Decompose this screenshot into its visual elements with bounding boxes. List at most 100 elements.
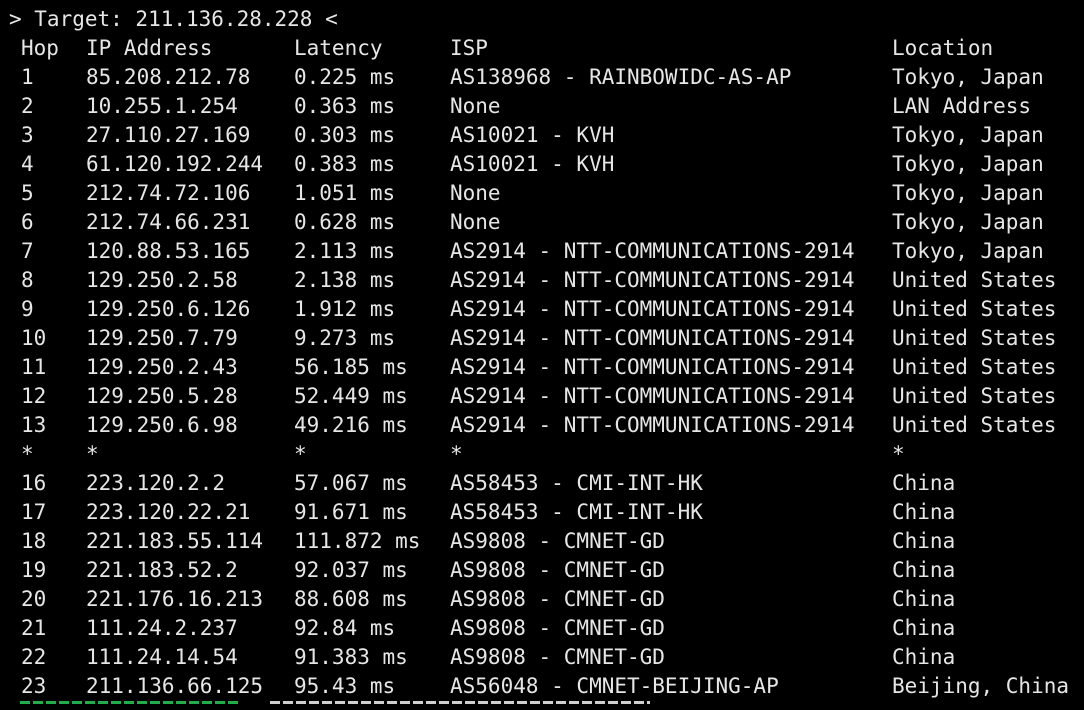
traceroute-target-line: > Target: 211.136.28.228 < <box>9 7 338 31</box>
ip-cell: 10.255.1.254 <box>86 94 238 118</box>
isp-cell: AS2914 - NTT-COMMUNICATIONS-2914 <box>450 355 855 379</box>
column-header-ip-address: IP Address <box>86 36 213 60</box>
ip-cell: 129.250.2.58 <box>86 268 238 292</box>
shell-prompt-fragment <box>20 701 240 704</box>
ip-cell: 129.250.7.79 <box>86 326 238 350</box>
location-cell: Tokyo, Japan <box>892 123 1044 147</box>
ip-cell: 111.24.2.237 <box>86 616 238 640</box>
location-cell: China <box>892 645 956 669</box>
hop-cell: 13 <box>21 413 47 437</box>
hop-cell: 22 <box>21 645 47 669</box>
table-row: 20 221.176.16.213 88.608 ms AS9808 - CMN… <box>0 585 1084 614</box>
isp-cell: None <box>450 94 501 118</box>
column-header-hop: Hop <box>21 36 59 60</box>
ip-cell: 111.24.14.54 <box>86 645 238 669</box>
hop-cell: 12 <box>21 384 47 408</box>
latency-cell: 111.872 ms <box>294 529 421 553</box>
hop-cell: 4 <box>21 152 34 176</box>
latency-cell: 1.912 ms <box>294 297 396 321</box>
table-row: 18 221.183.55.114 111.872 ms AS9808 - CM… <box>0 527 1084 556</box>
table-row: 11 129.250.2.43 56.185 ms AS2914 - NTT-C… <box>0 353 1084 382</box>
latency-cell: 2.138 ms <box>294 268 396 292</box>
table-row: 7 120.88.53.165 2.113 ms AS2914 - NTT-CO… <box>0 237 1084 266</box>
hop-cell: 16 <box>21 471 47 495</box>
table-row: 21 111.24.2.237 92.84 ms AS9808 - CMNET-… <box>0 614 1084 643</box>
latency-cell: 56.185 ms <box>294 355 408 379</box>
column-header-isp: ISP <box>450 36 488 60</box>
ip-cell: 211.136.66.125 <box>86 674 264 698</box>
table-row: 19 221.183.52.2 92.037 ms AS9808 - CMNET… <box>0 556 1084 585</box>
location-cell: Tokyo, Japan <box>892 65 1044 89</box>
hop-cell: 7 <box>21 239 34 263</box>
latency-cell: 2.113 ms <box>294 239 396 263</box>
ip-cell: 221.176.16.213 <box>86 587 264 611</box>
next-prompt-line-cropped <box>0 701 1084 710</box>
ip-cell: 221.183.55.114 <box>86 529 264 553</box>
isp-cell: AS58453 - CMI-INT-HK <box>450 471 703 495</box>
table-row: 9 129.250.6.126 1.912 ms AS2914 - NTT-CO… <box>0 295 1084 324</box>
location-cell: Tokyo, Japan <box>892 152 1044 176</box>
latency-cell: 91.383 ms <box>294 645 408 669</box>
location-cell: * <box>892 442 905 466</box>
table-row: 2 10.255.1.254 0.363 ms None LAN Address <box>0 92 1084 121</box>
location-cell: Tokyo, Japan <box>892 181 1044 205</box>
ip-cell: 129.250.2.43 <box>86 355 238 379</box>
traceroute-table: Hop IP Address Latency ISP Location 1 85… <box>0 34 1084 701</box>
latency-cell: 1.051 ms <box>294 181 396 205</box>
isp-cell: AS2914 - NTT-COMMUNICATIONS-2914 <box>450 384 855 408</box>
location-cell: United States <box>892 297 1057 321</box>
table-row: 6 212.74.66.231 0.628 ms None Tokyo, Jap… <box>0 208 1084 237</box>
hop-cell: 20 <box>21 587 47 611</box>
ip-cell: 223.120.2.2 <box>86 471 226 495</box>
ip-cell: 129.250.6.98 <box>86 413 238 437</box>
ip-cell: 27.110.27.169 <box>86 123 251 147</box>
ip-cell: 61.120.192.244 <box>86 152 264 176</box>
isp-cell: AS138968 - RAINBOWIDC-AS-AP <box>450 65 792 89</box>
latency-cell: 0.225 ms <box>294 65 396 89</box>
location-cell: United States <box>892 268 1057 292</box>
hop-cell: 23 <box>21 674 47 698</box>
hop-cell: 11 <box>21 355 47 379</box>
isp-cell: None <box>450 210 501 234</box>
latency-cell: 52.449 ms <box>294 384 408 408</box>
ip-cell: 129.250.6.126 <box>86 297 251 321</box>
ip-cell: 212.74.66.231 <box>86 210 251 234</box>
hop-cell: 17 <box>21 500 47 524</box>
location-cell: Tokyo, Japan <box>892 239 1044 263</box>
latency-cell: 49.216 ms <box>294 413 408 437</box>
location-cell: China <box>892 558 956 582</box>
table-row: 16 223.120.2.2 57.067 ms AS58453 - CMI-I… <box>0 469 1084 498</box>
table-row: 3 27.110.27.169 0.303 ms AS10021 - KVH T… <box>0 121 1084 150</box>
latency-cell: * <box>294 442 307 466</box>
location-cell: United States <box>892 413 1057 437</box>
terminal-window[interactable]: > Target: 211.136.28.228 < Hop IP Addres… <box>0 0 1084 710</box>
location-cell: China <box>892 587 956 611</box>
table-row-timeout: * * * * * <box>0 440 1084 469</box>
location-cell: China <box>892 471 956 495</box>
hop-cell: 3 <box>21 123 34 147</box>
location-cell: Tokyo, Japan <box>892 210 1044 234</box>
location-cell: United States <box>892 384 1057 408</box>
location-cell: China <box>892 500 956 524</box>
latency-cell: 92.037 ms <box>294 558 408 582</box>
ip-cell: 212.74.72.106 <box>86 181 251 205</box>
isp-cell: AS56048 - CMNET-BEIJING-AP <box>450 674 779 698</box>
latency-cell: 88.608 ms <box>294 587 408 611</box>
hop-cell: 8 <box>21 268 34 292</box>
isp-cell: AS10021 - KVH <box>450 152 615 176</box>
isp-cell: AS58453 - CMI-INT-HK <box>450 500 703 524</box>
latency-cell: 57.067 ms <box>294 471 408 495</box>
column-header-latency: Latency <box>294 36 383 60</box>
isp-cell: AS2914 - NTT-COMMUNICATIONS-2914 <box>450 413 855 437</box>
isp-cell: AS9808 - CMNET-GD <box>450 645 665 669</box>
hop-cell: 2 <box>21 94 34 118</box>
table-row: 10 129.250.7.79 9.273 ms AS2914 - NTT-CO… <box>0 324 1084 353</box>
ip-cell: 223.120.22.21 <box>86 500 251 524</box>
location-cell: Beijing, China <box>892 674 1070 698</box>
hop-cell: 6 <box>21 210 34 234</box>
table-row: 17 223.120.22.21 91.671 ms AS58453 - CMI… <box>0 498 1084 527</box>
hop-cell: 5 <box>21 181 34 205</box>
isp-cell: AS2914 - NTT-COMMUNICATIONS-2914 <box>450 268 855 292</box>
ip-cell: 120.88.53.165 <box>86 239 251 263</box>
table-row: 22 111.24.14.54 91.383 ms AS9808 - CMNET… <box>0 643 1084 672</box>
